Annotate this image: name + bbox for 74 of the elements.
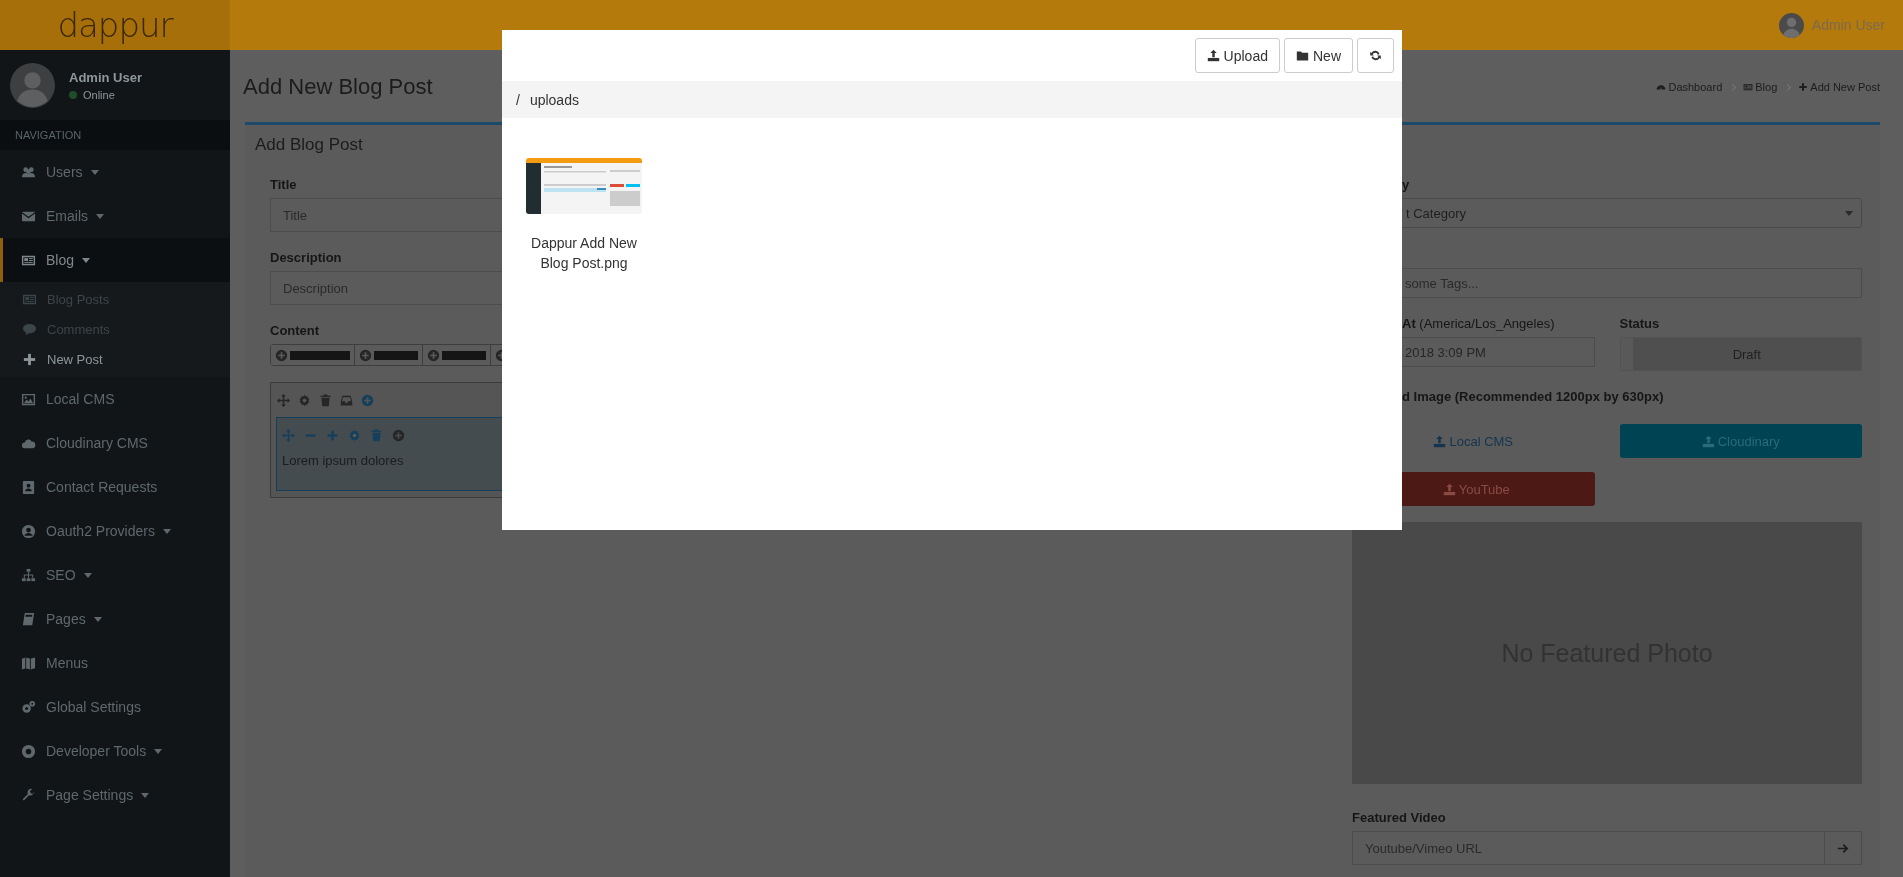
nav-item[interactable]: Developer Tools [0, 729, 230, 773]
newspaper-icon [1743, 82, 1754, 92]
field-label: Featured Video [1352, 810, 1446, 825]
field-label: d Image (Recommended 1200px by 630px) [1401, 389, 1664, 404]
book-icon [21, 611, 36, 627]
nav-item[interactable]: Cloudinary CMS [0, 421, 230, 465]
submit-button[interactable] [1825, 831, 1862, 865]
nav-item[interactable]: Global Settings [0, 685, 230, 729]
redaction-bar [290, 350, 350, 360]
plus-icon [22, 351, 37, 367]
nav-item[interactable]: Users [0, 150, 230, 194]
avatar-icon[interactable] [1778, 12, 1804, 38]
file-name[interactable]: Dappur Add New Blog Post.png [525, 233, 643, 273]
trash-icon[interactable] [319, 393, 332, 407]
status-text: Online [83, 88, 115, 101]
move-icon[interactable] [277, 393, 290, 407]
nav-header: NAVIGATION [0, 120, 230, 150]
nav-item[interactable]: Contact Requests [0, 465, 230, 509]
dashboard-icon [1656, 82, 1667, 92]
plus-icon[interactable] [326, 428, 339, 442]
nav-item[interactable]: SEO [0, 553, 230, 597]
page-title: Add New Blog Post [243, 74, 433, 100]
contact-card-icon [21, 479, 36, 495]
refresh-icon [1369, 49, 1382, 62]
caret-icon [1845, 210, 1853, 216]
image-icon [21, 391, 36, 407]
path-separator: / [516, 91, 520, 108]
folder-link[interactable]: uploads [529, 91, 579, 108]
arrow-right-icon [1836, 841, 1850, 855]
plus-icon [1798, 82, 1809, 92]
field-label: y [1401, 177, 1410, 192]
speech-bubble-icon [22, 321, 37, 337]
local-cms-button[interactable]: Local CMS [1352, 424, 1595, 458]
redaction-bar [442, 350, 486, 360]
submenu-item[interactable]: New Post [0, 344, 230, 374]
user-name: Admin User [69, 69, 142, 85]
move-icon[interactable] [282, 428, 295, 442]
inbox-icon[interactable] [340, 393, 353, 407]
nav-item[interactable]: Menus [0, 641, 230, 685]
gears-icon [21, 699, 36, 715]
upload-icon [1701, 434, 1715, 448]
toolbar-button[interactable] [1357, 38, 1394, 73]
upload-icon [1442, 482, 1456, 496]
field-label: Description [270, 250, 342, 265]
nav-item[interactable]: Emails [0, 194, 230, 238]
sitemap-icon [21, 567, 36, 583]
toolbar-button[interactable]: Upload [1194, 38, 1280, 73]
lifebuoy-icon [21, 743, 36, 759]
nav-item[interactable]: Oauth2 Providers [0, 509, 230, 553]
nav-item[interactable]: Blog [0, 238, 230, 282]
gear-icon[interactable] [348, 428, 361, 442]
nav-item[interactable]: Pages [0, 597, 230, 641]
field-label: Content [270, 323, 320, 338]
gear-icon[interactable] [298, 393, 311, 407]
wrench-icon [21, 787, 36, 803]
user-circle-icon [21, 523, 36, 539]
users-icon [21, 164, 36, 180]
card-title: Add Blog Post [255, 135, 364, 155]
upload-icon [1433, 434, 1447, 448]
breadcrumb-link[interactable]: Blog [1743, 81, 1778, 93]
editor-add-button[interactable] [271, 345, 355, 365]
field-label: Title [270, 177, 297, 192]
trash-icon[interactable] [370, 428, 383, 442]
field-label: At (America/Los_Angeles) [1401, 316, 1555, 331]
upload-icon [1206, 49, 1220, 62]
avatar-icon [10, 62, 55, 108]
breadcrumb-link[interactable]: Add New Post [1798, 81, 1880, 93]
field-label: Status [1619, 316, 1660, 331]
nav-item[interactable]: Local CMS [0, 377, 230, 421]
map-icon [21, 655, 36, 671]
redaction-bar [374, 350, 418, 360]
breadcrumb-link[interactable]: Dashboard [1656, 81, 1723, 93]
toolbar-button[interactable]: New [1284, 38, 1353, 73]
nav-item[interactable]: Page Settings [0, 773, 230, 817]
